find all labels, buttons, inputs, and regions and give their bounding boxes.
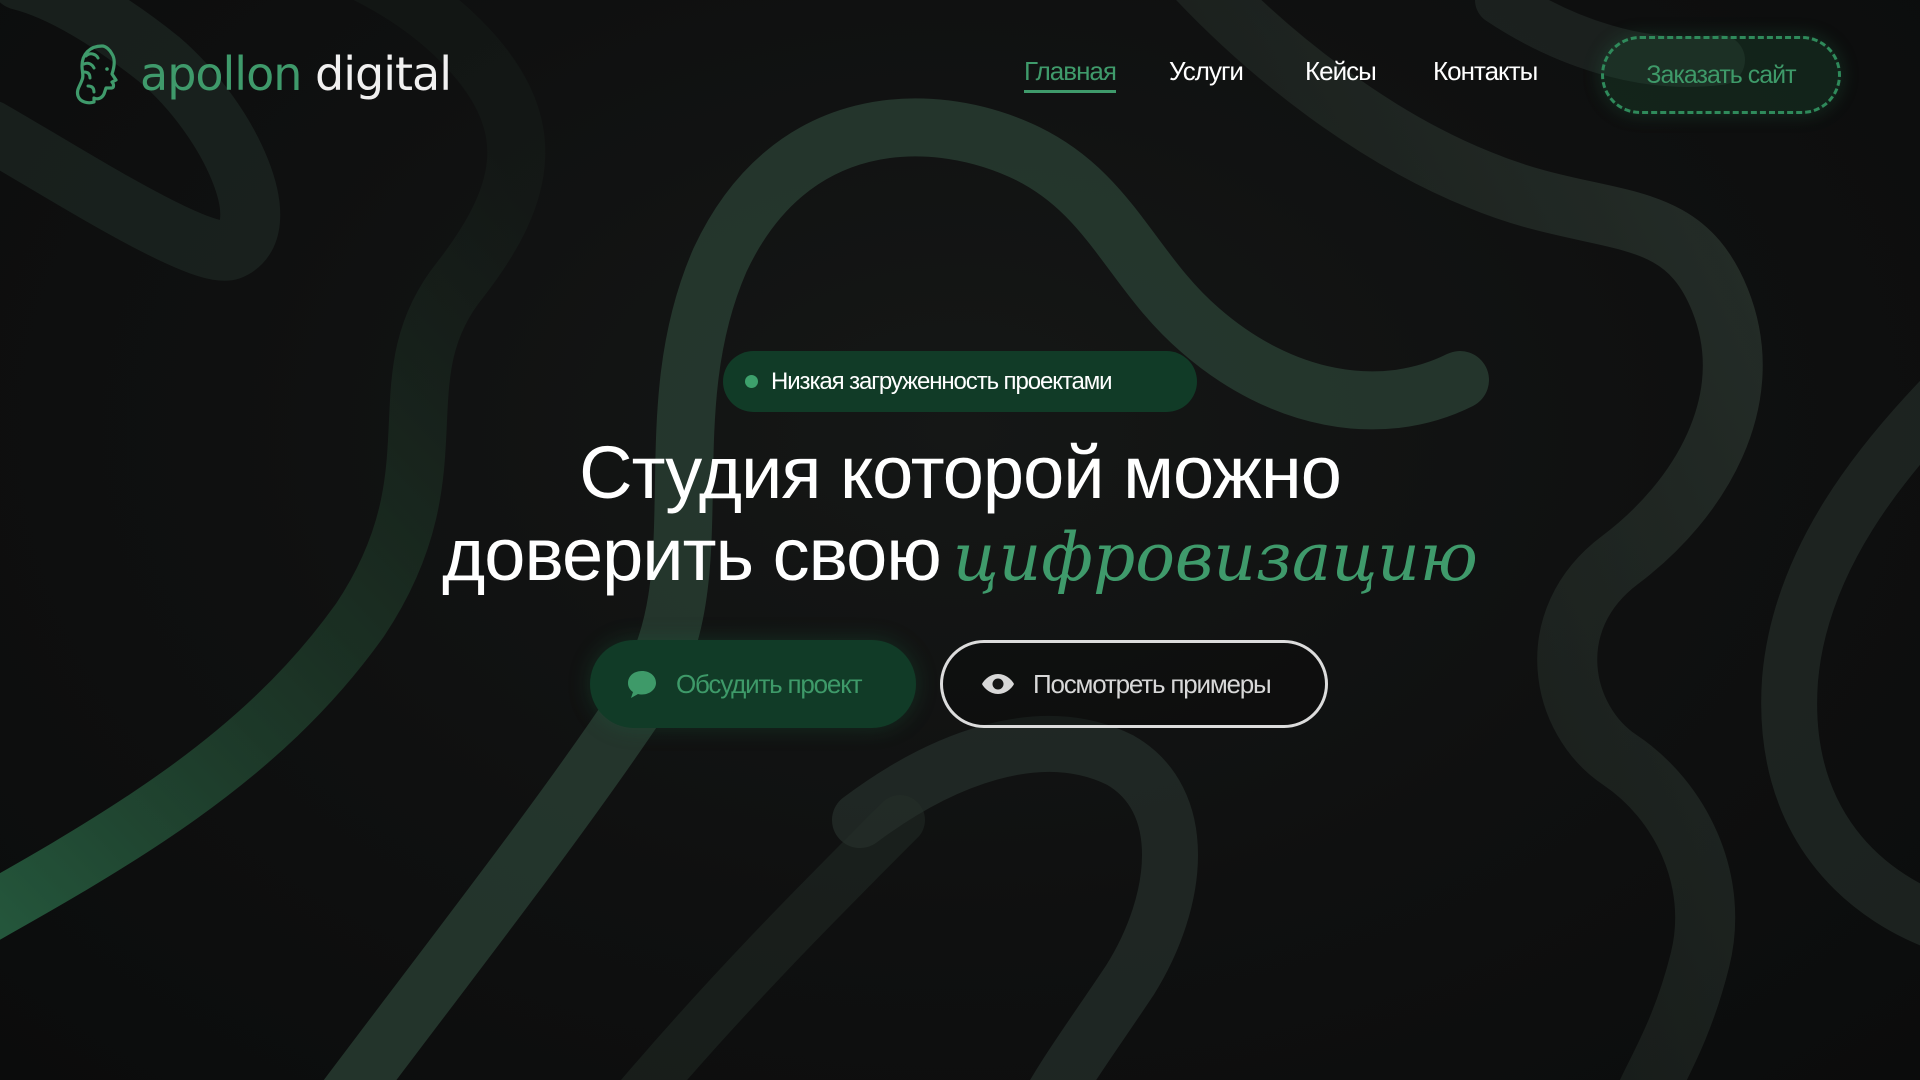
headline-line2: доверить свою [442,513,942,596]
brand-name: apollon digital [140,51,452,97]
brand-name-part2: digital [301,47,452,101]
view-examples-label: Посмотреть примеры [1033,668,1272,699]
hero-headline: Студия которой можно доверить свою цифров… [0,432,1920,599]
nav-item-contacts[interactable]: Контакты [1433,56,1538,87]
headline-script-word: цифровизацию [952,519,1478,596]
chat-bubble-icon [628,671,656,698]
status-dot-icon [745,375,758,388]
nav-item-cases[interactable]: Кейсы [1305,56,1377,87]
landing-page: apollon digital Главная Услуги Кейсы Кон… [0,0,1920,1080]
eye-icon [982,674,1014,694]
discuss-project-label: Обсудить проект [676,668,863,699]
nav-item-home[interactable]: Главная [1024,56,1117,93]
headline-line1: Студия которой можно [579,431,1342,514]
site-header: apollon digital Главная Услуги Кейсы Кон… [0,0,1920,150]
discuss-project-button[interactable]: Обсудить проект [590,640,916,728]
brand-logo[interactable]: apollon digital [72,42,452,106]
brand-name-part1: apollon [140,47,302,101]
order-site-button[interactable]: Заказать сайт [1601,36,1841,114]
availability-badge-text: Низкая загруженность проектами [771,367,1113,395]
apollo-head-icon [75,44,118,105]
availability-badge: Низкая загруженность проектами [723,351,1197,412]
nav-item-services[interactable]: Услуги [1169,56,1244,87]
view-examples-button[interactable]: Посмотреть примеры [940,640,1328,728]
